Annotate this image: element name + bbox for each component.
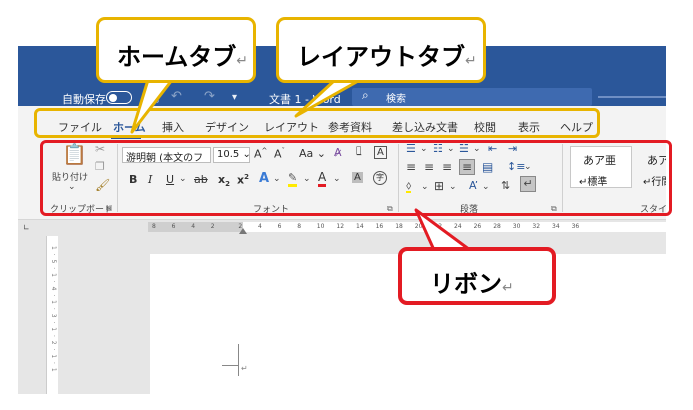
home-tab-callout-text: ホームタブ↵ xyxy=(117,37,248,72)
redo-icon[interactable]: ↷ xyxy=(204,89,215,104)
margin-crop-mark xyxy=(222,365,238,366)
tab-selector-icon[interactable]: ∟ xyxy=(23,223,30,232)
ruler-number: 2 xyxy=(210,223,215,230)
ribbon-callout-text: リボン↵ xyxy=(430,264,514,299)
return-mark-icon: ↵ xyxy=(236,53,249,69)
tabs-highlight-box xyxy=(34,108,600,138)
customize-qat-icon[interactable]: ▾ xyxy=(232,92,237,103)
ruler-number: 6 xyxy=(171,223,176,230)
toggle-knob xyxy=(109,93,117,102)
ruler-number: 4 xyxy=(191,223,196,230)
paragraph-mark-icon: ↵ xyxy=(241,364,248,373)
ruler-number: 6 xyxy=(277,223,282,230)
ruler-number: 20 xyxy=(414,223,423,230)
horizontal-ruler: ∟ 8 6 4 2 2 4 6 8 10 12 14 16 18 20 22 24 26 28 30 32 34 36 xyxy=(18,220,666,234)
ruler-number: 8 xyxy=(152,223,156,230)
vertical-ruler-marks: 1 · 5 · 1 · 4 · 1 · 3 · 1 · 2 · 1 · 1 xyxy=(50,246,57,373)
margin-crop-mark xyxy=(238,344,239,376)
ribbon-highlight-box xyxy=(40,140,672,216)
return-mark-icon: ↵ xyxy=(502,280,514,296)
undo-icon[interactable]: ↶ xyxy=(171,89,182,104)
autosave-label: 自動保存 xyxy=(62,93,106,106)
ribbon-callout: リボン↵ xyxy=(398,247,556,305)
autosave-toggle[interactable] xyxy=(106,91,132,104)
word-window: 自動保存 🖫 ↶ ↷ ▾ 文書 1 - Word ⌕ 検索 ファイル ホーム 挿… xyxy=(18,46,666,394)
vertical-ruler: 1 · 5 · 1 · 4 · 1 · 3 · 1 · 2 · 1 · 1 xyxy=(46,236,58,394)
ruler-number: 22 xyxy=(434,223,443,230)
ruler-number: 8 xyxy=(297,223,302,230)
ruler-number: 16 xyxy=(375,223,384,230)
document-title: 文書 1 - Word xyxy=(269,93,341,106)
home-tab-callout: ホームタブ↵ xyxy=(96,17,256,83)
ruler-number: 24 xyxy=(454,223,462,230)
ruler-number: 10 xyxy=(316,223,325,230)
ruler-margin xyxy=(148,222,243,232)
ruler-number: 30 xyxy=(512,223,521,230)
ruler-number: 36 xyxy=(571,223,580,230)
home-tab-callout-label: ホームタブ xyxy=(117,43,237,71)
ruler-number: 14 xyxy=(356,223,364,230)
account-area xyxy=(598,96,666,98)
ruler-number: 18 xyxy=(395,223,403,230)
search-box[interactable]: ⌕ 検索 xyxy=(352,88,592,106)
ruler-number: 12 xyxy=(336,223,345,230)
return-mark-icon: ↵ xyxy=(465,53,477,69)
layout-tab-callout-text: レイアウトタブ↵ xyxy=(297,37,477,72)
ruler-number: 28 xyxy=(493,223,501,230)
layout-tab-callout-label: レイアウトタブ xyxy=(297,43,465,71)
indent-marker[interactable] xyxy=(239,228,247,234)
search-placeholder: 検索 xyxy=(386,94,406,105)
ruler-number: 26 xyxy=(473,223,482,230)
ribbon-callout-label: リボン xyxy=(430,270,502,298)
layout-tab-callout: レイアウトタブ↵ xyxy=(276,17,486,83)
ruler-number: 4 xyxy=(258,223,262,230)
search-icon: ⌕ xyxy=(362,88,369,102)
ruler-number: 32 xyxy=(532,223,541,230)
ruler-number: 34 xyxy=(552,223,560,230)
